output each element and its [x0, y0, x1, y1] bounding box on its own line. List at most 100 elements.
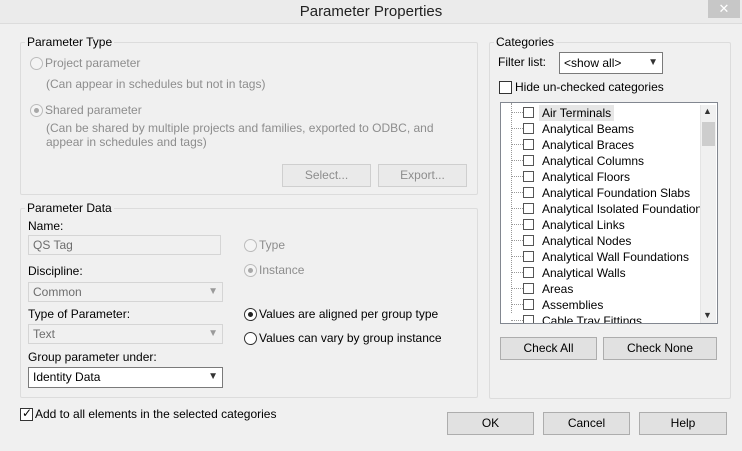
name-input[interactable]: QS Tag [28, 235, 221, 255]
category-checkbox[interactable] [523, 235, 534, 246]
filter-list-select[interactable]: <show all> ▼ [559, 52, 663, 74]
categories-scrollbar[interactable]: ▲ ▼ [700, 105, 716, 323]
discipline-value: Common [33, 285, 82, 299]
cancel-button[interactable]: Cancel [543, 412, 630, 435]
type-radio[interactable] [244, 239, 257, 252]
category-label: Air Terminals [539, 105, 615, 121]
add-to-all-label: Add to all elements in the selected cate… [35, 407, 277, 421]
category-label: Cable Tray Fittings [542, 314, 643, 324]
tree-connector [511, 160, 523, 161]
close-icon[interactable]: ✕ [708, 0, 740, 18]
categories-legend: Categories [494, 35, 557, 49]
category-item[interactable]: Analytical Columns [501, 153, 701, 169]
category-checkbox[interactable] [523, 267, 534, 278]
project-parameter-note: (Can appear in schedules but not in tags… [46, 77, 266, 91]
values-vary-radio[interactable] [244, 332, 257, 345]
category-label: Analytical Braces [542, 138, 635, 152]
category-checkbox[interactable] [523, 203, 534, 214]
category-item[interactable]: Analytical Beams [501, 121, 701, 137]
group-under-value: Identity Data [33, 370, 101, 384]
shared-parameter-note-2: appear in schedules and tags) [46, 135, 207, 149]
category-checkbox[interactable] [523, 219, 534, 230]
help-button[interactable]: Help [639, 412, 727, 435]
instance-label: Instance [259, 263, 305, 277]
type-of-parameter-value: Text [33, 327, 56, 341]
category-checkbox[interactable] [523, 139, 534, 150]
tree-connector [511, 176, 523, 177]
category-item[interactable]: Assemblies [501, 297, 701, 313]
filter-list-value: <show all> [564, 56, 622, 70]
discipline-select[interactable]: Common ▼ [28, 282, 223, 302]
filter-list-label: Filter list: [498, 55, 546, 69]
ok-button[interactable]: OK [447, 412, 534, 435]
category-label: Areas [542, 282, 574, 296]
category-checkbox[interactable] [523, 299, 534, 310]
tree-connector [511, 272, 523, 273]
select-button[interactable]: Select... [282, 164, 371, 187]
tree-connector [511, 224, 523, 225]
scroll-down-icon[interactable]: ▼ [703, 310, 712, 320]
category-item[interactable]: Areas [501, 281, 701, 297]
tree-connector [511, 144, 523, 145]
tree-connector [511, 320, 523, 321]
hide-unchecked-label: Hide un-checked categories [515, 80, 664, 94]
type-label: Type [259, 238, 286, 252]
category-item[interactable]: Analytical Walls [501, 265, 701, 281]
category-item[interactable]: Analytical Braces [501, 137, 701, 153]
category-label: Analytical Wall Foundations [542, 250, 689, 264]
tree-connector [511, 256, 523, 257]
group-under-select[interactable]: Identity Data ▼ [28, 367, 223, 388]
category-item[interactable]: Analytical Isolated Foundations [501, 201, 708, 217]
values-vary-label: Values can vary by group instance [259, 331, 442, 345]
tree-connector [511, 208, 523, 209]
instance-radio[interactable] [244, 264, 257, 277]
category-label: Analytical Foundation Slabs [542, 186, 691, 200]
check-all-button[interactable]: Check All [500, 337, 597, 360]
type-of-parameter-select[interactable]: Text ▼ [28, 324, 223, 344]
shared-parameter-radio[interactable] [30, 104, 43, 117]
category-checkbox[interactable] [523, 107, 534, 118]
export-button[interactable]: Export... [378, 164, 467, 187]
hide-unchecked-checkbox[interactable] [499, 81, 512, 94]
categories-list[interactable]: Air Terminals Analytical Beams Analytical … [500, 102, 718, 324]
category-label: Analytical Isolated Foundations [542, 202, 709, 216]
category-checkbox[interactable] [523, 251, 534, 262]
parameter-data-legend: Parameter Data [25, 201, 114, 215]
add-to-all-checkbox[interactable]: ✓ [20, 406, 33, 421]
category-item[interactable]: Analytical Floors [501, 169, 701, 185]
category-label: Assemblies [542, 298, 604, 312]
category-item[interactable]: Cable Tray Fittings [501, 313, 701, 324]
scroll-up-icon[interactable]: ▲ [703, 106, 712, 116]
discipline-label: Discipline: [28, 264, 83, 278]
category-label: Analytical Columns [542, 154, 645, 168]
category-checkbox[interactable] [523, 155, 534, 166]
category-label: Analytical Beams [542, 122, 635, 136]
category-checkbox[interactable] [523, 187, 534, 198]
category-item[interactable]: Analytical Foundation Slabs [501, 185, 701, 201]
group-under-label: Group parameter under: [28, 350, 157, 364]
category-item[interactable]: Analytical Wall Foundations [501, 249, 701, 265]
category-item[interactable]: Analytical Nodes [501, 233, 701, 249]
category-item[interactable]: Analytical Links [501, 217, 701, 233]
chevron-down-icon: ▼ [208, 371, 218, 382]
category-checkbox[interactable] [523, 283, 534, 294]
chevron-down-icon: ▼ [208, 286, 218, 297]
checkmark-icon: ✓ [22, 406, 33, 420]
category-checkbox[interactable] [523, 171, 534, 182]
tree-connector [511, 112, 523, 113]
chevron-down-icon: ▼ [208, 328, 218, 339]
scroll-thumb[interactable] [702, 122, 715, 146]
tree-connector [511, 240, 523, 241]
values-aligned-radio[interactable] [244, 308, 257, 321]
category-item[interactable]: Air Terminals [501, 105, 701, 121]
shared-parameter-note-1: (Can be shared by multiple projects and … [46, 121, 434, 135]
parameter-type-legend: Parameter Type [25, 35, 115, 49]
tree-connector [511, 128, 523, 129]
type-of-parameter-label: Type of Parameter: [28, 307, 131, 321]
project-parameter-radio[interactable] [30, 57, 43, 70]
tree-connector [511, 192, 523, 193]
category-checkbox[interactable] [523, 315, 534, 323]
tree-connector [511, 304, 523, 305]
category-checkbox[interactable] [523, 123, 534, 134]
check-none-button[interactable]: Check None [603, 337, 717, 360]
